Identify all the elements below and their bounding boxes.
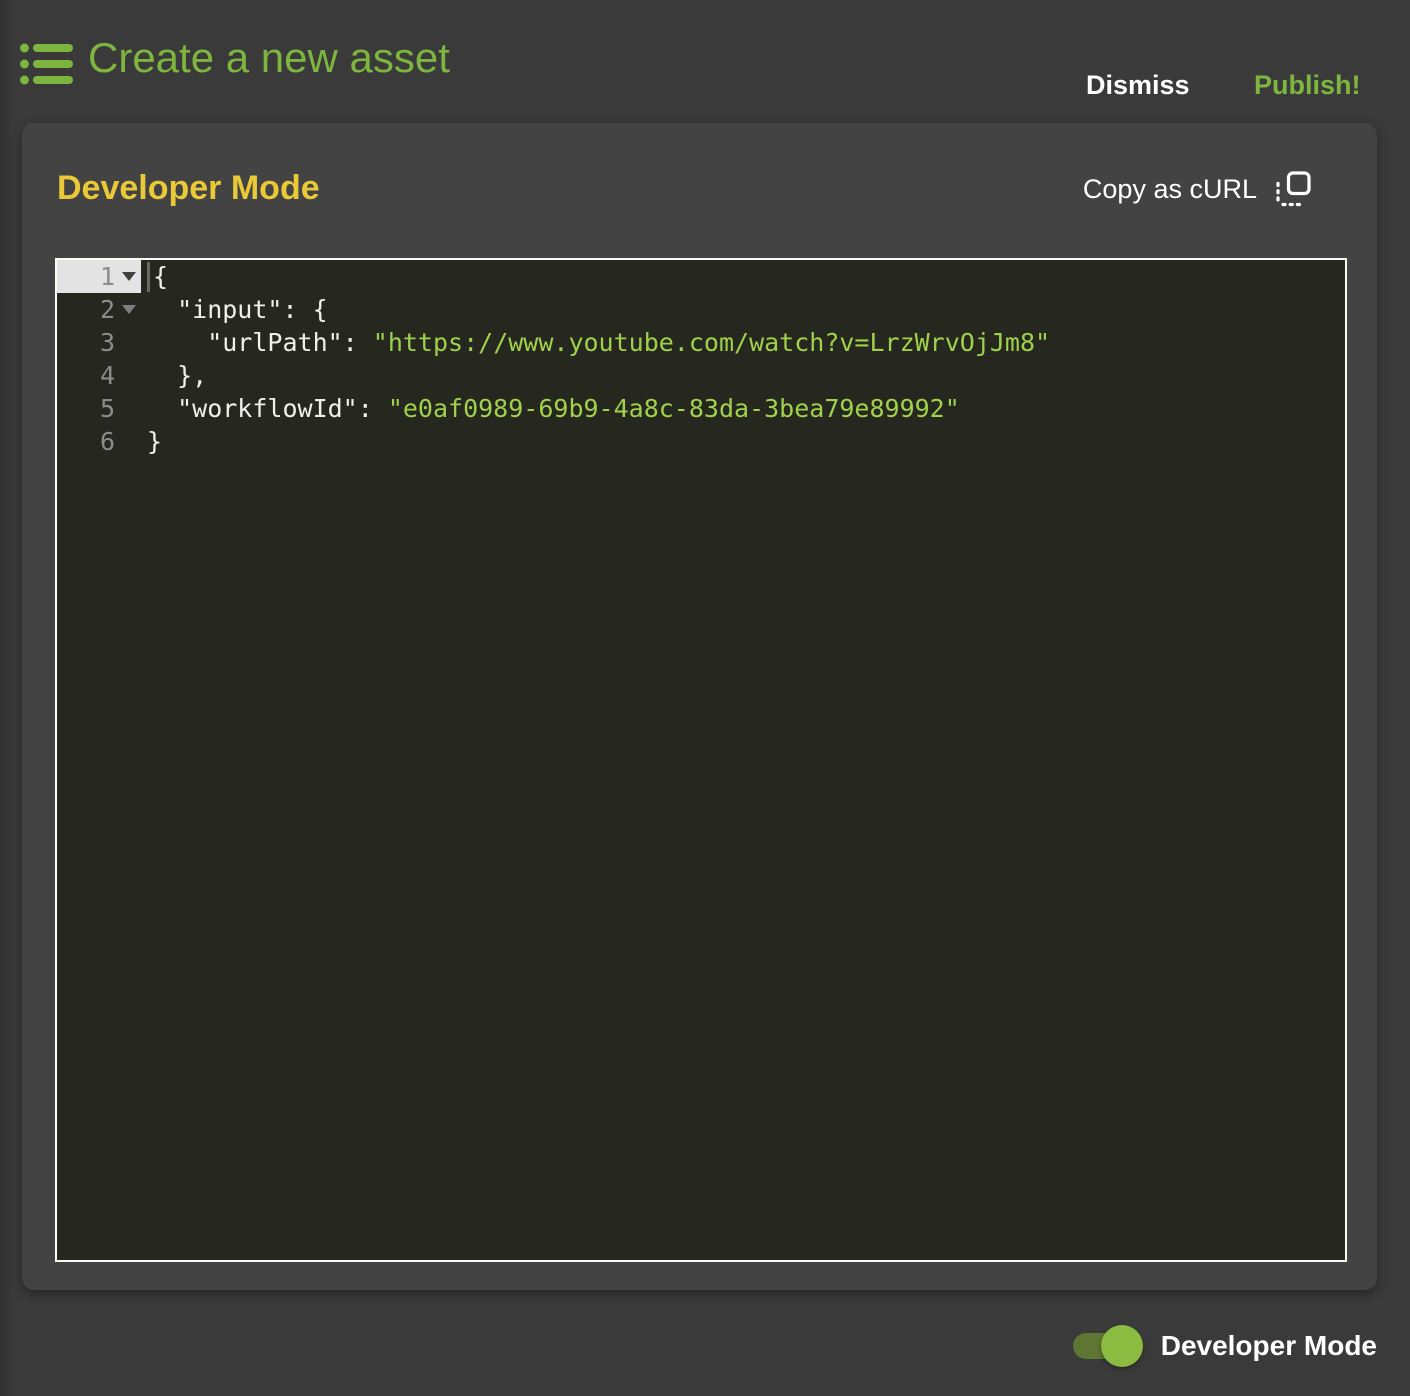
code-line-content: { [141, 260, 168, 293]
editor-line[interactable]: 6} [57, 425, 1345, 458]
copy-icon [1275, 171, 1311, 207]
line-number: 6 [100, 427, 115, 456]
code-segment-plain: "input": { [147, 293, 328, 326]
code-segment-plain: "workflowId": [147, 392, 388, 425]
toggle-knob [1101, 1325, 1143, 1367]
copy-as-curl-button[interactable]: Copy as cURL [1083, 171, 1311, 207]
code-line-content: "urlPath": "https://www.youtube.com/watc… [141, 326, 1050, 359]
code-segment-plain: }, [147, 359, 207, 392]
editor-line[interactable]: 4 }, [57, 359, 1345, 392]
gutter-cell[interactable]: 4 [57, 359, 141, 392]
line-number: 1 [100, 262, 115, 291]
text-cursor [147, 262, 150, 292]
json-code-editor[interactable]: 1{2 "input": {3 "urlPath": "https://www.… [55, 258, 1347, 1262]
code-segment-string: "https://www.youtube.com/watch?v=LrzWrvO… [373, 326, 1050, 359]
fold-arrow-icon[interactable] [122, 272, 136, 281]
code-line-content: } [141, 425, 162, 458]
code-segment-string: "e0af0989-69b9-4a8c-83da-3bea79e89992" [388, 392, 960, 425]
publish-button[interactable]: Publish! [1248, 68, 1367, 103]
code-segment-plain: "urlPath": [147, 326, 373, 359]
editor-line[interactable]: 3 "urlPath": "https://www.youtube.com/wa… [57, 326, 1345, 359]
list-icon [20, 40, 74, 88]
editor-lines: 1{2 "input": {3 "urlPath": "https://www.… [57, 260, 1345, 458]
fold-arrow-icon[interactable] [122, 305, 136, 314]
editor-line[interactable]: 5 "workflowId": "e0af0989-69b9-4a8c-83da… [57, 392, 1345, 425]
page-title: Create a new asset [88, 34, 450, 82]
code-segment-plain: { [153, 260, 168, 293]
editor-line[interactable]: 2 "input": { [57, 293, 1345, 326]
gutter-cell[interactable]: 6 [57, 425, 141, 458]
code-line-content: "input": { [141, 293, 328, 326]
panel-title: Developer Mode [57, 169, 320, 208]
developer-mode-toggle[interactable] [1073, 1320, 1143, 1372]
line-number: 3 [100, 328, 115, 357]
code-segment-plain: } [147, 425, 162, 458]
app-header: Create a new asset Dismiss Publish! [0, 0, 1410, 123]
line-number: 2 [100, 295, 115, 324]
developer-mode-panel: Developer Mode Copy as cURL 1{2 "input":… [22, 123, 1377, 1290]
gutter-cell[interactable]: 2 [57, 293, 141, 326]
gutter-cell[interactable]: 5 [57, 392, 141, 425]
developer-mode-toggle-row: Developer Mode [1073, 1320, 1377, 1372]
gutter-cell[interactable]: 3 [57, 326, 141, 359]
code-line-content: "workflowId": "e0af0989-69b9-4a8c-83da-3… [141, 392, 960, 425]
copy-as-curl-label: Copy as cURL [1083, 174, 1257, 205]
developer-mode-toggle-label: Developer Mode [1161, 1330, 1377, 1362]
gutter-cell[interactable]: 1 [57, 260, 141, 293]
code-line-content: }, [141, 359, 207, 392]
dismiss-button[interactable]: Dismiss [1080, 68, 1196, 103]
line-number: 4 [100, 361, 115, 390]
line-number: 5 [100, 394, 115, 423]
editor-line[interactable]: 1{ [57, 260, 1345, 293]
